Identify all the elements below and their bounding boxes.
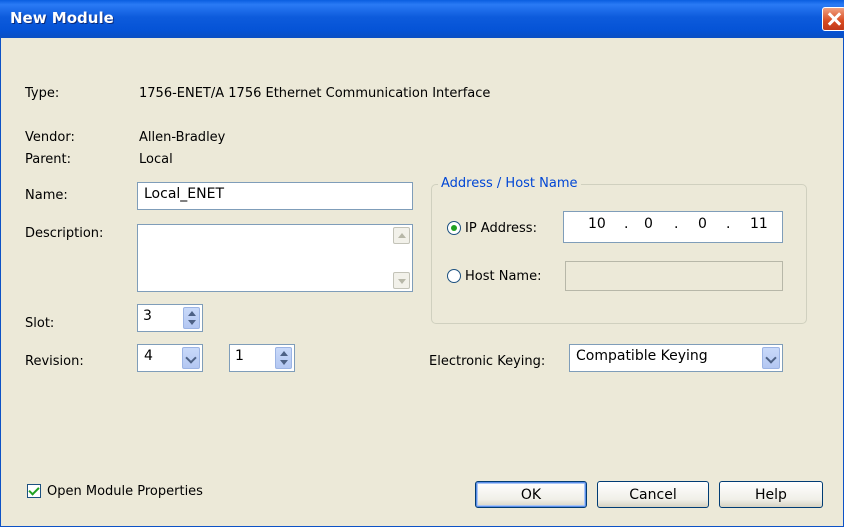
slot-stepper[interactable]: 3 <box>137 304 203 332</box>
type-value: 1756-ENET/A 1756 Ethernet Communication … <box>139 86 491 101</box>
slot-label: Slot: <box>25 316 55 331</box>
spin-arrows-icon[interactable] <box>183 307 200 329</box>
vendor-value: Allen-Bradley <box>139 130 226 145</box>
close-icon[interactable] <box>822 7 844 31</box>
help-button[interactable]: Help <box>719 481 823 508</box>
vendor-label: Vendor: <box>25 130 75 145</box>
scroll-up-icon[interactable] <box>393 227 410 244</box>
revision-label: Revision: <box>25 354 84 369</box>
cancel-button[interactable]: Cancel <box>597 481 709 508</box>
open-module-properties-label[interactable]: Open Module Properties <box>47 484 203 499</box>
dialog-body: Type: 1756-ENET/A 1756 Ethernet Communic… <box>0 38 844 527</box>
parent-value: Local <box>139 152 173 167</box>
ip-address-label[interactable]: IP Address: <box>465 221 537 236</box>
title-bar: New Module <box>0 0 844 38</box>
revision-major-select[interactable]: 4 <box>137 344 203 372</box>
parent-label: Parent: <box>25 152 71 167</box>
description-label: Description: <box>25 226 104 241</box>
address-group <box>431 184 807 324</box>
electronic-keying-value: Compatible Keying <box>576 348 708 364</box>
ip-octet-3: 0 <box>698 216 707 232</box>
ip-dot: . <box>674 216 679 232</box>
name-input[interactable]: Local_ENET <box>137 182 413 210</box>
ip-dot: . <box>726 216 731 232</box>
slot-value: 3 <box>143 308 152 324</box>
electronic-keying-select[interactable]: Compatible Keying <box>569 344 783 372</box>
electronic-keying-label: Electronic Keying: <box>429 354 546 369</box>
chevron-down-icon[interactable] <box>182 347 200 369</box>
ip-octet-1: 10 <box>588 216 606 232</box>
ip-address-radio[interactable] <box>447 221 461 235</box>
spin-arrows-icon[interactable] <box>275 347 292 369</box>
ip-address-input[interactable]: 10 . 0 . 0 . 11 <box>563 211 783 243</box>
name-label: Name: <box>25 188 68 203</box>
scroll-down-icon[interactable] <box>393 272 410 289</box>
window-title: New Module <box>10 9 114 27</box>
open-module-properties-checkbox[interactable] <box>27 484 41 498</box>
ip-octet-2: 0 <box>644 216 653 232</box>
type-label: Type: <box>25 86 60 101</box>
ok-button[interactable]: OK <box>475 481 587 508</box>
host-name-input[interactable] <box>565 261 783 291</box>
host-name-label[interactable]: Host Name: <box>465 269 541 284</box>
revision-minor-value: 1 <box>235 348 244 364</box>
ip-dot: . <box>624 216 629 232</box>
chevron-down-icon[interactable] <box>762 347 780 369</box>
revision-minor-stepper[interactable]: 1 <box>229 344 295 372</box>
description-input[interactable] <box>137 224 413 292</box>
host-name-radio[interactable] <box>447 269 461 283</box>
ip-octet-4: 11 <box>750 216 768 232</box>
revision-major-value: 4 <box>144 348 153 364</box>
address-group-legend: Address / Host Name <box>438 176 581 191</box>
